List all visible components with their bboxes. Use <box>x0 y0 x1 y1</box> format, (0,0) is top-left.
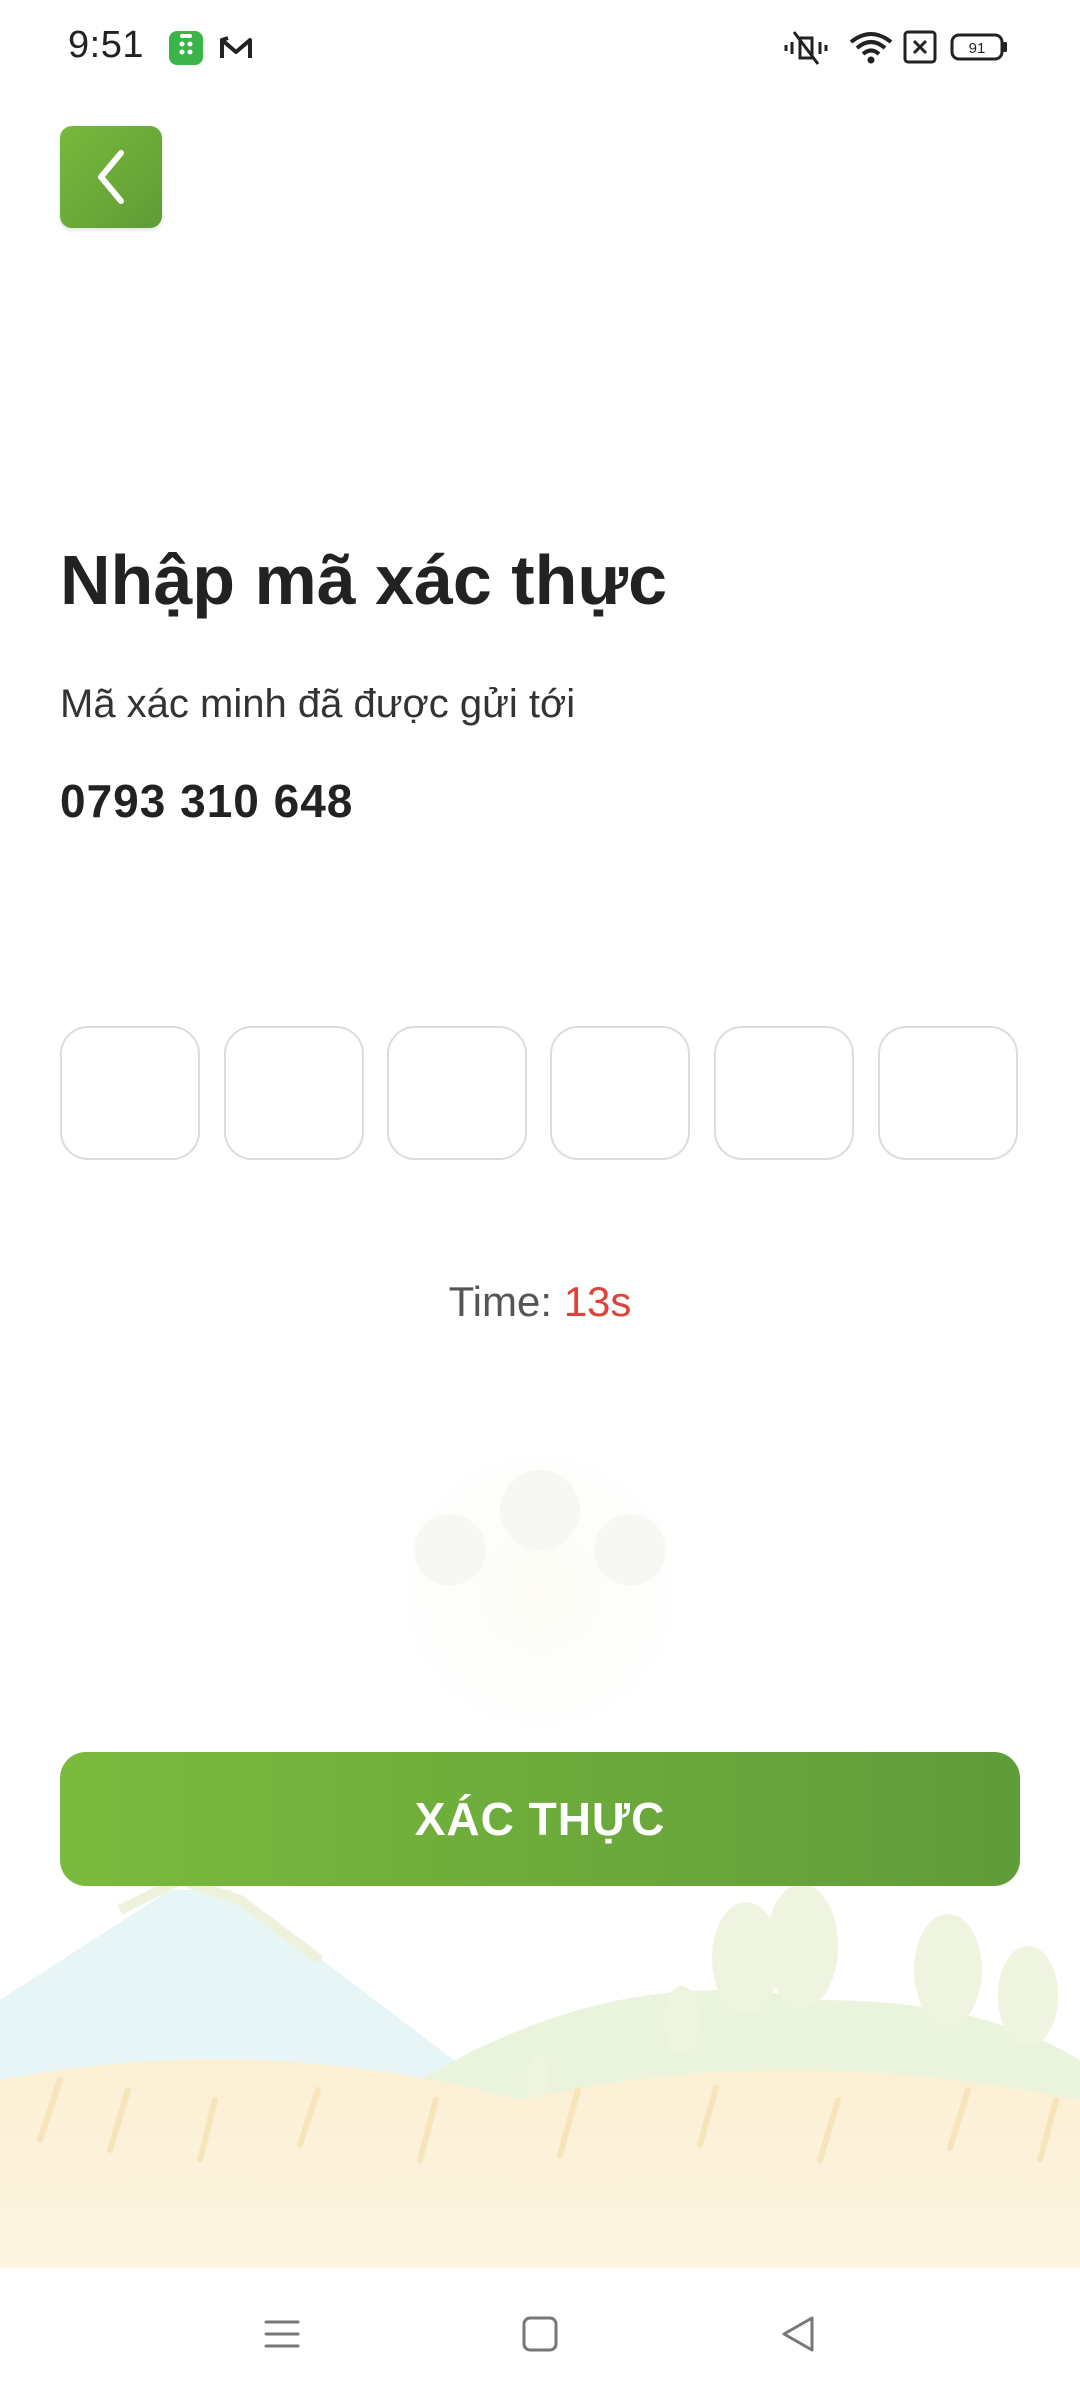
otp-digit-3[interactable] <box>387 1026 527 1160</box>
subtitle: Mã xác minh đã được gửi tới <box>60 682 576 726</box>
otp-digit-1[interactable] <box>60 1026 200 1160</box>
timer-label: Time: <box>448 1278 553 1325</box>
otp-digit-5[interactable] <box>714 1026 854 1160</box>
status-time: 9:51 <box>68 24 144 66</box>
back-triangle-icon <box>782 2316 814 2352</box>
back-button[interactable] <box>60 126 162 228</box>
vibrate-icon <box>784 31 828 65</box>
battery-level: 91 <box>969 40 986 57</box>
verify-button-label: XÁC THỰC <box>414 1793 666 1845</box>
home-square-icon <box>522 2316 558 2352</box>
otp-digit-4[interactable] <box>550 1026 690 1160</box>
nav-menu-button[interactable] <box>252 2304 312 2364</box>
system-nav-bar <box>0 2268 1080 2400</box>
verify-button[interactable]: XÁC THỰC <box>60 1752 1020 1886</box>
nav-back-button[interactable] <box>768 2304 828 2364</box>
otp-input-group <box>60 1026 1020 1164</box>
status-bar: 9:51 91 <box>0 0 1080 96</box>
phone-number: 0793 310 648 <box>60 775 354 827</box>
battery-icon: 91 <box>950 33 1007 61</box>
wifi-icon <box>849 32 893 64</box>
timer-value: 13s <box>563 1278 632 1325</box>
menu-icon <box>264 2320 300 2348</box>
otp-digit-6[interactable] <box>878 1026 1018 1160</box>
app-shield-icon <box>169 31 203 65</box>
no-sim-icon <box>903 30 937 64</box>
chevron-left-icon <box>98 150 124 204</box>
countdown-timer: Time: 13s <box>0 1278 1080 1326</box>
mail-m-icon <box>220 36 252 58</box>
page-title: Nhập mã xác thực <box>60 541 667 619</box>
otp-digit-2[interactable] <box>224 1026 364 1160</box>
nav-home-button[interactable] <box>510 2304 570 2364</box>
